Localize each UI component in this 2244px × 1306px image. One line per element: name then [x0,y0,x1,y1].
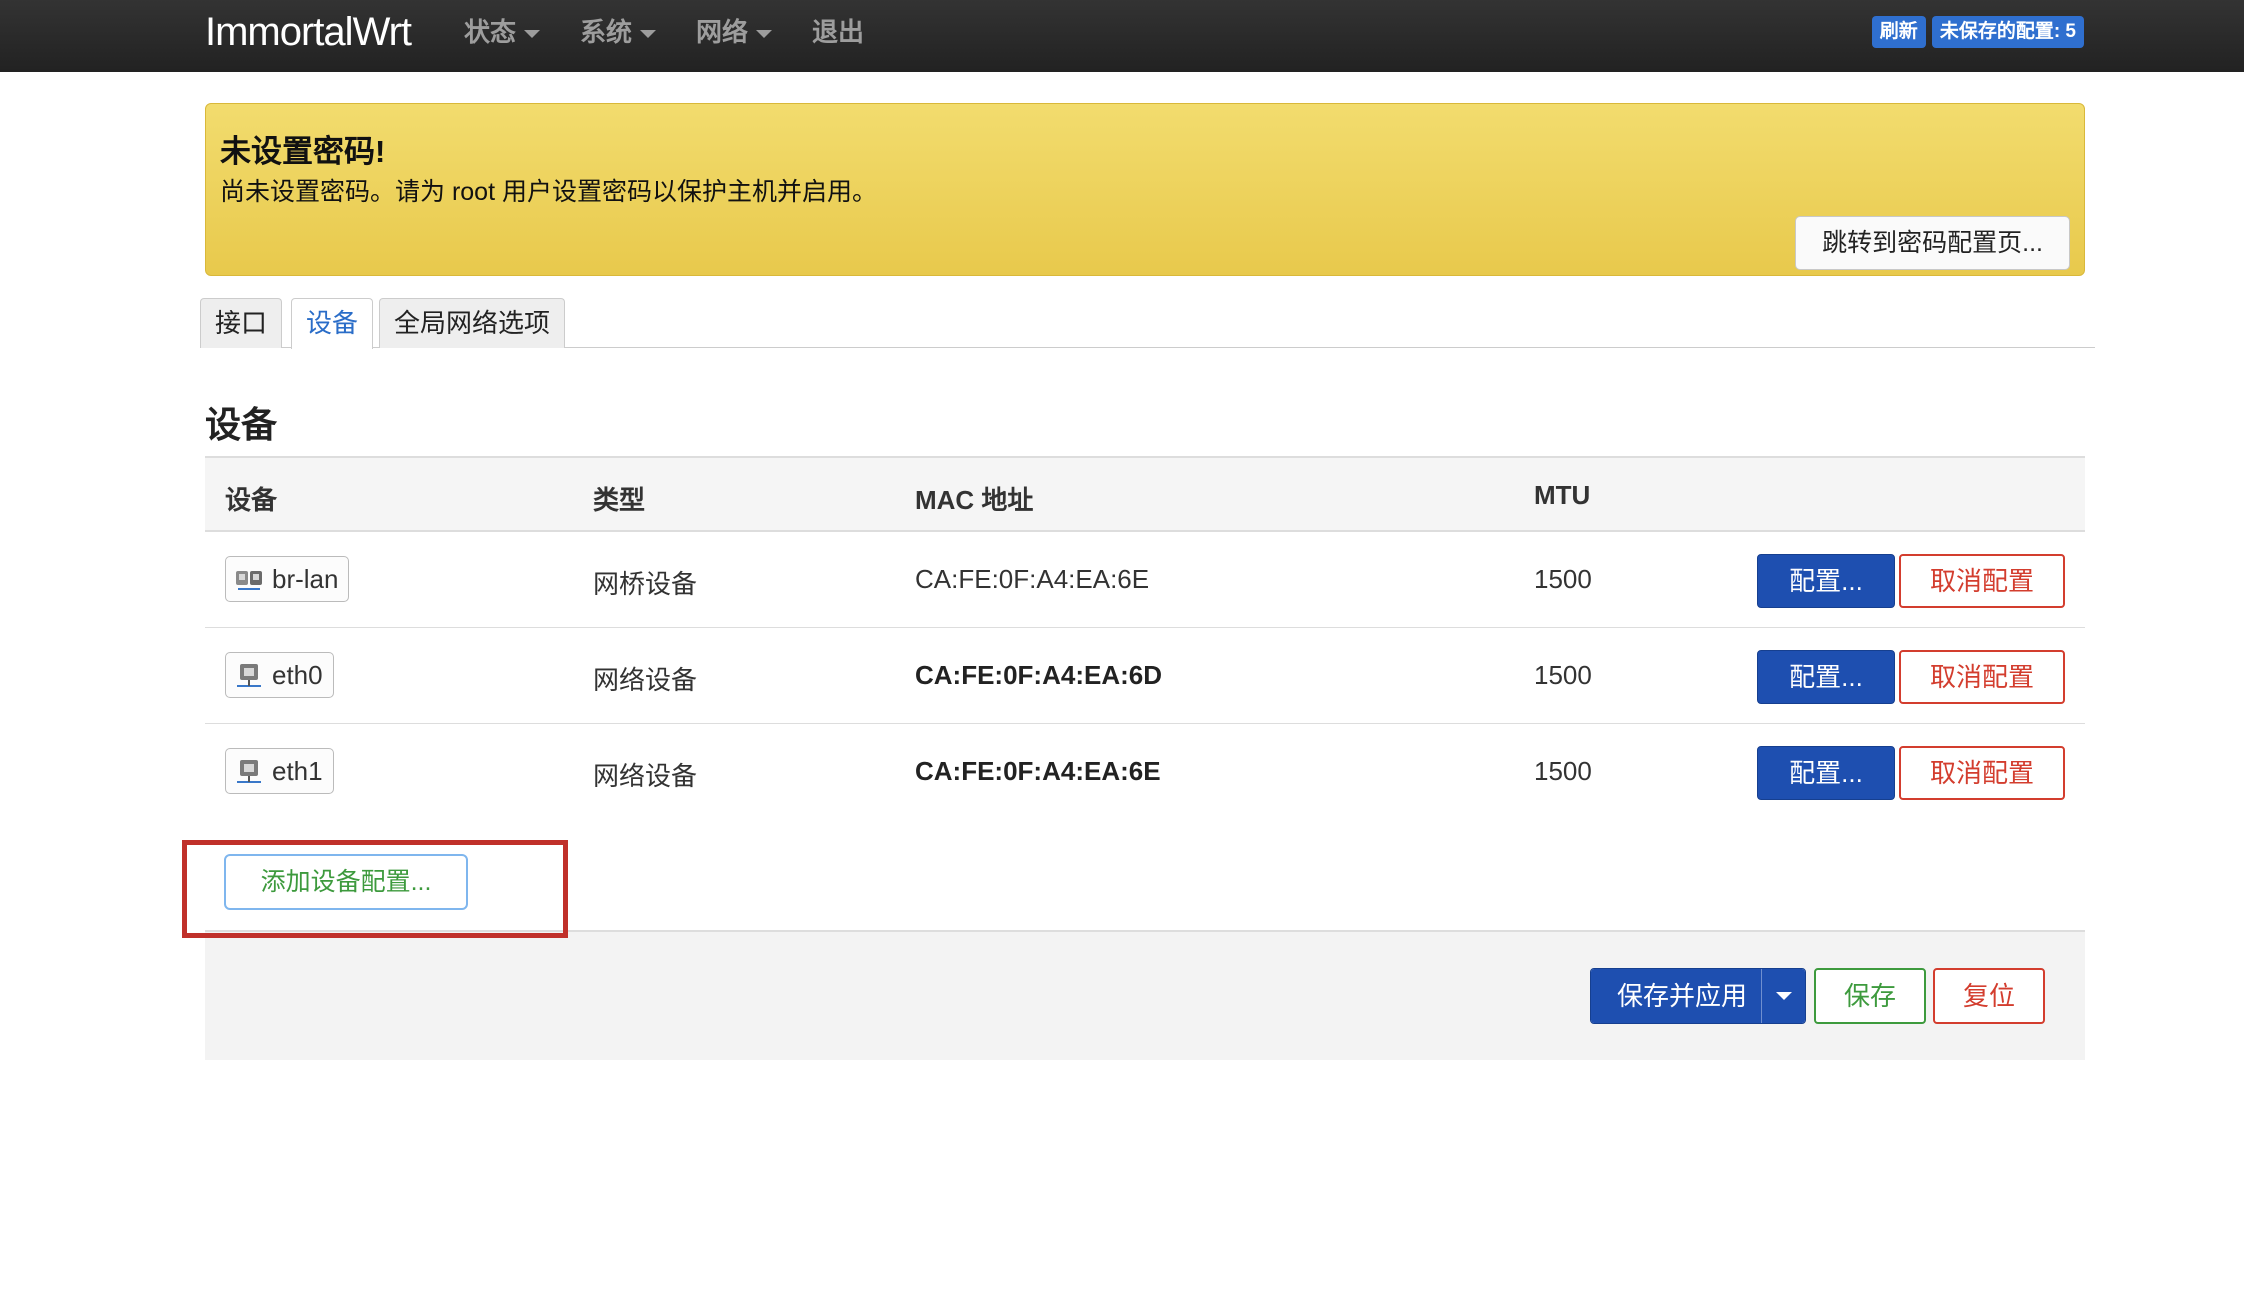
device-badge[interactable]: eth1 [225,748,334,794]
unsaved-changes-indicator[interactable]: 未保存的配置: 5 [1931,16,2084,48]
top-navbar: ImmortalWrt 状态 系统 网络 退出 刷新 未保存的配置: 5 [0,0,2244,72]
device-mac: CA:FE:0F:A4:EA:6E [915,756,1161,786]
chevron-down-icon [756,30,773,39]
ethernet-icon [237,664,261,687]
table-row: br-lan 网桥设备 CA:FE:0F:A4:EA:6E 1500 配置...… [205,532,2085,628]
add-device-config-button[interactable]: 添加设备配置... [224,854,468,910]
unconfigure-button[interactable]: 取消配置 [1899,650,2065,704]
device-mac: CA:FE:0F:A4:EA:6E [915,564,1150,594]
device-name: eth1 [272,755,323,786]
save-apply-button[interactable]: 保存并应用 [1591,969,1762,1023]
chevron-down-icon [640,30,657,39]
menu-network[interactable]: 网络 [696,14,773,50]
alert-text: 尚未设置密码。请为 root 用户设置密码以保护主机并启用。 [220,178,877,206]
save-button[interactable]: 保存 [1814,968,1926,1024]
configure-button[interactable]: 配置... [1757,650,1895,704]
tab-interfaces[interactable]: 接口 [200,298,283,348]
configure-button[interactable]: 配置... [1757,746,1895,800]
unconfigure-button[interactable]: 取消配置 [1899,746,2065,800]
brand-logo[interactable]: ImmortalWrt [205,6,412,58]
ethernet-icon [237,760,261,783]
menu-status-label: 状态 [464,17,517,47]
table-row: eth0 网络设备 CA:FE:0F:A4:EA:6D 1500 配置... 取… [205,628,2085,724]
column-header-mtu: MTU [1534,480,1591,510]
chevron-down-icon [1775,992,1792,1000]
menu-status[interactable]: 状态 [464,14,541,50]
goto-password-button[interactable]: 跳转到密码配置页... [1795,216,2070,270]
device-name: br-lan [272,563,339,594]
column-header-device: 设备 [225,485,278,515]
device-badge[interactable]: br-lan [225,556,350,602]
no-password-alert: 未设置密码! 尚未设置密码。请为 root 用户设置密码以保护主机并启用。 跳转… [205,103,2085,276]
unconfigure-button[interactable]: 取消配置 [1899,554,2065,608]
form-actions: 保存并应用 保存 复位 [205,930,2085,1060]
devices-table: 设备 类型 MAC 地址 MTU br-lan 网桥设备 CA:FE:0F:A4… [205,456,2085,820]
tab-bar: 接口 设备 全局网络选项 [200,298,2095,349]
save-apply-dropdown-toggle[interactable] [1761,969,1806,1023]
alert-title: 未设置密码! [220,134,386,169]
menu-logout[interactable]: 退出 [812,14,864,50]
chevron-down-icon [524,30,541,39]
menu-network-label: 网络 [696,17,749,47]
bridge-icon [236,571,262,590]
save-apply-button-group: 保存并应用 [1590,968,1807,1024]
device-type: 网络设备 [593,761,698,791]
section-title: 设备 [205,404,278,445]
configure-button[interactable]: 配置... [1757,554,1895,608]
device-mtu: 1500 [1534,756,1592,786]
device-badge[interactable]: eth0 [225,652,334,698]
table-header: 设备 类型 MAC 地址 MTU [205,456,2085,532]
menu-system-label: 系统 [580,17,633,47]
column-header-type: 类型 [593,485,646,515]
device-type: 网桥设备 [593,569,698,599]
column-header-mac: MAC 地址 [915,485,1034,515]
reset-button[interactable]: 复位 [1933,968,2045,1024]
device-mtu: 1500 [1534,564,1592,594]
device-mtu: 1500 [1534,660,1592,690]
device-type: 网络设备 [593,665,698,695]
indicators: 刷新 未保存的配置: 5 [1871,16,2084,48]
device-mac: CA:FE:0F:A4:EA:6D [915,660,1162,690]
tab-devices[interactable]: 设备 [291,298,374,349]
menu-logout-label: 退出 [812,17,865,47]
refresh-indicator[interactable]: 刷新 [1871,16,1926,48]
tab-global-options[interactable]: 全局网络选项 [379,298,566,348]
table-row: eth1 网络设备 CA:FE:0F:A4:EA:6E 1500 配置... 取… [205,724,2085,820]
device-name: eth0 [272,659,323,690]
menu-system[interactable]: 系统 [580,14,657,50]
